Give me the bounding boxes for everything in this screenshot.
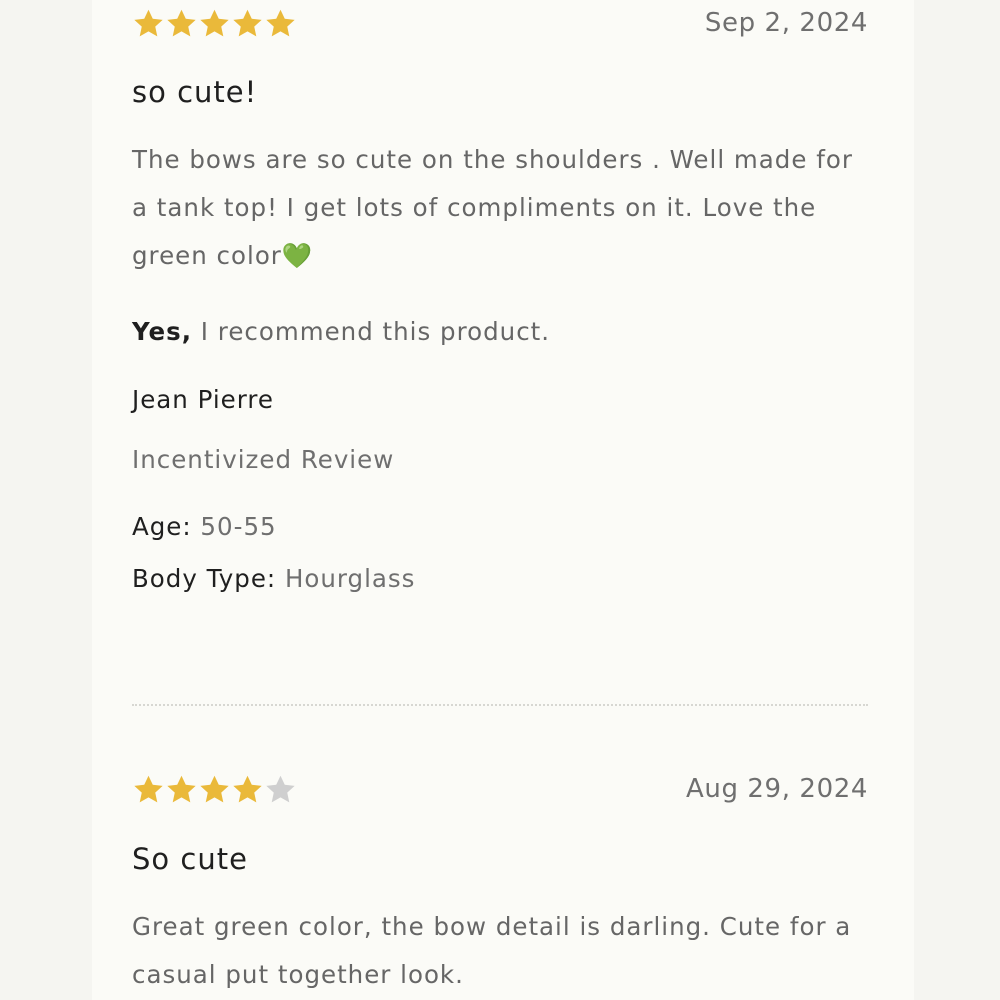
review-body: The bows are so cute on the shoulders . … <box>132 136 868 280</box>
star-filled-icon <box>233 775 262 803</box>
age-label: Age: <box>132 512 192 541</box>
review-divider <box>132 704 868 706</box>
review-card: Aug 29, 2024 So cute Great green color, … <box>132 766 868 999</box>
star-empty-icon <box>266 775 295 803</box>
recommend-text: I recommend this product. <box>192 317 551 346</box>
body-type-label: Body Type: <box>132 564 277 593</box>
review-title: so cute! <box>132 75 258 109</box>
reviewer-age: Age: 50-55 <box>132 509 868 545</box>
star-rating <box>132 7 297 41</box>
star-rating <box>132 773 297 807</box>
review-date: Aug 29, 2024 <box>685 774 868 804</box>
reviewer-name: Jean Pierre <box>132 385 274 414</box>
green-heart-emoji: 💚 <box>281 241 314 270</box>
age-value: 50-55 <box>191 512 277 541</box>
review-title: So cute <box>132 842 248 876</box>
review-body-text: The bows are so cute on the shoulders . … <box>132 145 853 270</box>
body-type-value: Hourglass <box>276 564 416 593</box>
star-filled-icon <box>167 9 196 37</box>
reviewer-body-type: Body Type: Hourglass <box>132 561 868 597</box>
star-filled-icon <box>134 9 163 37</box>
recommendation: Yes, I recommend this product. <box>132 314 868 350</box>
star-filled-icon <box>233 9 262 37</box>
recommend-yes: Yes, <box>132 317 192 346</box>
star-filled-icon <box>167 775 196 803</box>
review-header: Aug 29, 2024 <box>132 766 868 816</box>
incentivized-badge: Incentivized Review <box>132 445 395 474</box>
review-date: Sep 2, 2024 <box>704 8 868 38</box>
star-filled-icon <box>266 9 295 37</box>
review-body: Great green color, the bow detail is dar… <box>132 912 852 989</box>
star-filled-icon <box>200 775 229 803</box>
review-card: Sep 2, 2024 so cute! The bows are so cut… <box>132 0 868 597</box>
star-filled-icon <box>200 9 229 37</box>
review-header: Sep 2, 2024 <box>132 0 868 50</box>
star-filled-icon <box>134 775 163 803</box>
